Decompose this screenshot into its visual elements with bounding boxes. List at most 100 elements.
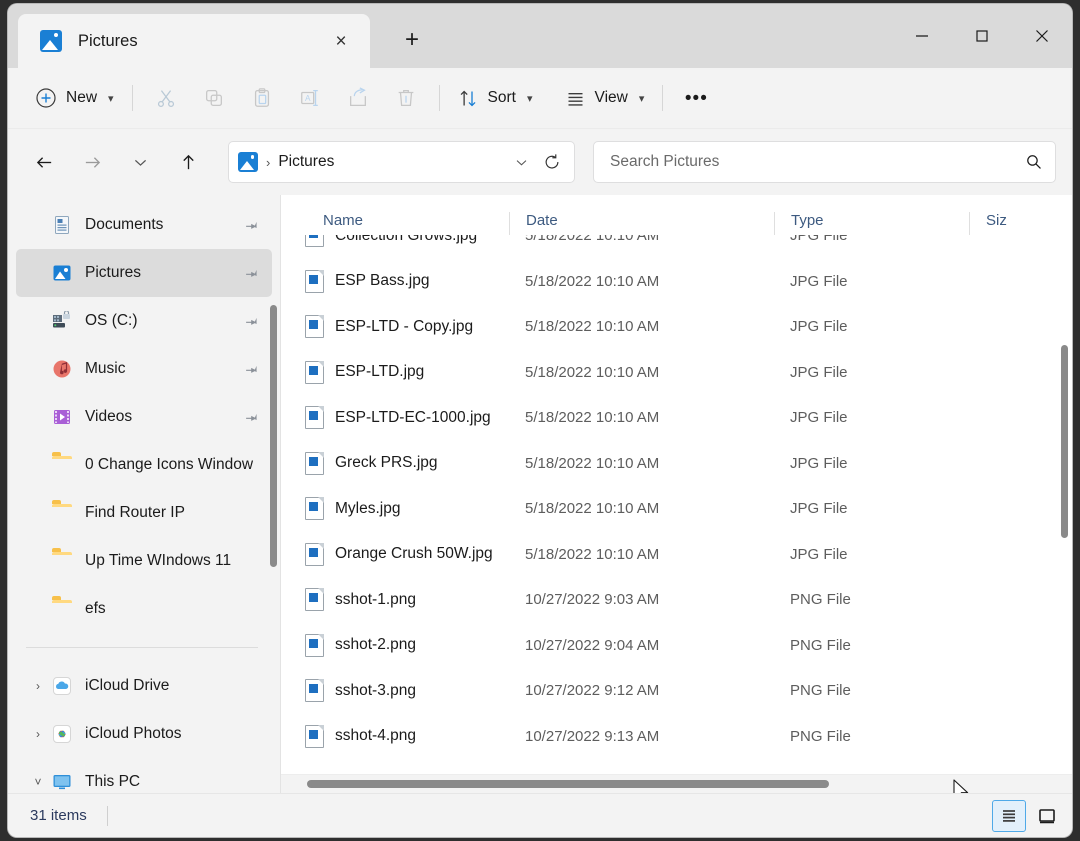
file-name: ESP-LTD.jpg (335, 363, 425, 381)
chevron-right-icon[interactable]: › (30, 726, 46, 742)
close-button[interactable] (1012, 4, 1072, 68)
pin-icon[interactable] (241, 263, 261, 283)
table-row[interactable]: sshot-3.png 10/27/2022 9:12 AM PNG File (281, 668, 1072, 714)
table-row[interactable]: sshot-2.png 10/27/2022 9:04 AM PNG File (281, 623, 1072, 669)
search-box[interactable] (593, 141, 1056, 183)
pin-icon[interactable] (241, 359, 261, 379)
up-button[interactable] (170, 144, 206, 180)
status-bar: 31 items (8, 793, 1072, 837)
drive-icon (52, 310, 72, 331)
sidebar-item-up-time-windows-11[interactable]: Up Time WIndows 11 (16, 537, 272, 585)
sidebar-item-documents[interactable]: Documents (16, 201, 272, 249)
videos-icon (52, 407, 72, 427)
file-name: Collection Grows.jpg (335, 235, 478, 244)
paste-icon[interactable] (238, 78, 286, 118)
table-row[interactable]: ESP-LTD - Copy.jpg 5/18/2022 10:10 AM JP… (281, 304, 1072, 350)
rename-icon[interactable]: A (286, 78, 334, 118)
table-row[interactable]: ESP-LTD-EC-1000.jpg 5/18/2022 10:10 AM J… (281, 395, 1072, 441)
sort-button-label: Sort (487, 89, 516, 106)
table-row[interactable]: sshot-1.png 10/27/2022 9:03 AM PNG File (281, 577, 1072, 623)
view-button-label: View (594, 89, 628, 106)
file-name-cell: sshot-1.png (281, 588, 509, 612)
chevron-down-icon[interactable]: ˅ (30, 774, 46, 790)
copy-icon[interactable] (190, 78, 238, 118)
file-name-cell: Collection Grows.jpg (281, 235, 509, 248)
column-header-date[interactable]: Date (509, 212, 774, 235)
tab-pictures[interactable]: Pictures × (18, 14, 370, 68)
sidebar-item-this-pc[interactable]: ˅ This PC (16, 758, 272, 793)
table-row[interactable]: ESP Bass.jpg 5/18/2022 10:10 AM JPG File (281, 259, 1072, 305)
large-icons-view-icon (1039, 808, 1055, 823)
sidebar-item-label: Pictures (85, 264, 141, 281)
sidebar-item-label: OS (C:) (85, 312, 138, 329)
table-row[interactable]: Collection Grows.jpg 5/18/2022 10:10 AM … (281, 235, 1072, 259)
new-tab-button[interactable]: + (394, 22, 430, 58)
sidebar-item-efs[interactable]: efs (16, 585, 272, 633)
address-bar[interactable]: › Pictures (228, 141, 575, 183)
tab-label: Pictures (78, 31, 138, 50)
sort-ascending-icon: ˄ (421, 212, 428, 216)
sidebar-item-label: Music (85, 360, 126, 377)
address-dropdown-icon[interactable] (506, 146, 536, 178)
file-list-horizontal-scrollbar-track[interactable] (281, 774, 1072, 793)
sidebar-item-label: efs (85, 600, 106, 617)
sort-button[interactable]: Sort ▾ (449, 79, 542, 117)
column-header-type[interactable]: Type (774, 212, 969, 235)
close-tab-icon[interactable]: × (326, 26, 356, 56)
table-row[interactable]: Myles.jpg 5/18/2022 10:10 AM JPG File (281, 486, 1072, 532)
new-button[interactable]: New ▾ (26, 79, 123, 117)
column-header-name[interactable]: ˄ Name (281, 212, 509, 235)
refresh-button[interactable] (536, 146, 568, 178)
file-name-cell: Orange Crush 50W.jpg (281, 542, 509, 566)
file-type-cell: PNG File (790, 591, 851, 609)
sidebar-item-find-router-ip[interactable]: Find Router IP (16, 489, 272, 537)
maximize-button[interactable] (952, 4, 1012, 68)
up-arrow-icon (182, 154, 194, 169)
sidebar-item-videos[interactable]: Videos (16, 393, 272, 441)
png-file-icon (305, 633, 324, 657)
sidebar-item-0-change-icons-window[interactable]: 0 Change Icons Window (16, 441, 272, 489)
file-date-cell: 5/18/2022 10:10 AM (525, 318, 660, 336)
chevron-down-icon: ▾ (638, 92, 645, 105)
column-label: Name (323, 212, 364, 229)
breadcrumb-pictures[interactable]: Pictures (278, 153, 506, 171)
sidebar-item-pictures[interactable]: Pictures (16, 249, 272, 297)
item-count-label: 31 items (30, 807, 87, 824)
forward-button[interactable] (74, 144, 110, 180)
sidebar-item-label: Documents (85, 216, 164, 233)
table-row[interactable]: Greck PRS.jpg 5/18/2022 10:10 AM JPG Fil… (281, 441, 1072, 487)
file-name-cell: Myles.jpg (281, 497, 509, 521)
share-icon[interactable] (334, 78, 382, 118)
see-more-button[interactable]: ••• (672, 78, 720, 118)
file-list-vertical-scrollbar[interactable] (1061, 345, 1068, 538)
view-button[interactable]: View ▾ (556, 79, 654, 117)
table-row[interactable]: ESP-LTD.jpg 5/18/2022 10:10 AM JPG File (281, 350, 1072, 396)
table-row[interactable]: sshot-4.png 10/27/2022 9:13 AM PNG File (281, 714, 1072, 760)
large-icons-view-button[interactable] (1030, 800, 1064, 832)
chevron-right-icon[interactable]: › (30, 678, 46, 694)
column-header-size[interactable]: Siz (969, 212, 1009, 235)
search-input[interactable] (608, 152, 1025, 172)
sidebar-item-os-c[interactable]: OS (C:) (16, 297, 272, 345)
sidebar-item-label: Up Time WIndows 11 (85, 552, 232, 569)
recent-locations-button[interactable] (122, 144, 158, 180)
minimize-button[interactable] (892, 4, 952, 68)
back-button[interactable] (26, 144, 62, 180)
cut-icon[interactable] (142, 78, 190, 118)
pin-icon[interactable] (241, 407, 261, 427)
view-list-icon (568, 92, 583, 106)
navigation-pane: Documents Pictures OS (C:) Music Videos … (8, 195, 280, 793)
navigation-bar: › Pictures (8, 129, 1072, 195)
sidebar-item-icloud-photos[interactable]: › iCloud Photos (16, 710, 272, 758)
sidebar-item-label: 0 Change Icons Window (85, 456, 254, 473)
sidebar-item-icloud-drive[interactable]: › iCloud Drive (16, 662, 272, 710)
details-view-button[interactable] (992, 799, 1026, 832)
breadcrumb-separator: › (266, 154, 271, 170)
table-row[interactable]: Orange Crush 50W.jpg 5/18/2022 10:10 AM … (281, 532, 1072, 578)
pin-icon[interactable] (241, 311, 261, 331)
sidebar-item-music[interactable]: Music (16, 345, 272, 393)
delete-icon[interactable] (382, 78, 430, 118)
navigation-pane-scrollbar[interactable] (270, 305, 277, 567)
pin-icon[interactable] (241, 215, 261, 235)
file-list-horizontal-scrollbar[interactable] (307, 780, 829, 788)
